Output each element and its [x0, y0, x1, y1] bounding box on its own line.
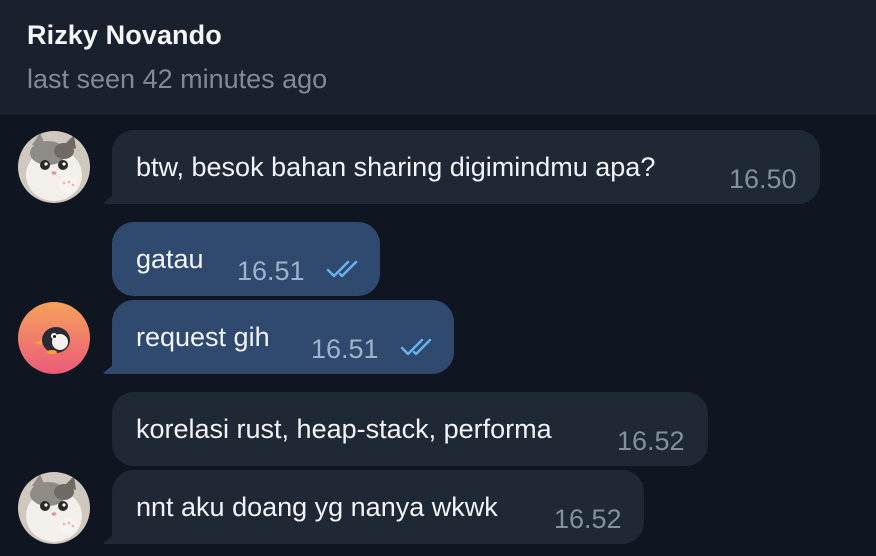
- self-avatar-penguin[interactable]: [18, 302, 90, 374]
- double-check-read-icon: [400, 338, 432, 356]
- double-check-read-icon: [326, 260, 358, 278]
- message-text: gatau: [136, 244, 204, 274]
- message-bubble-incoming[interactable]: nnt aku doang yg nanya wkwk 16.52: [112, 470, 644, 544]
- message-list[interactable]: btw, besok bahan sharing digimindmu apa?…: [0, 116, 876, 556]
- message-bubble-incoming[interactable]: btw, besok bahan sharing digimindmu apa?…: [112, 130, 820, 204]
- message-time: 16.52: [554, 504, 622, 534]
- cat-avatar-icon: [18, 472, 90, 544]
- message-time: 16.51: [237, 256, 305, 286]
- chat-header[interactable]: Rizky Novando last seen 42 minutes ago: [0, 0, 876, 116]
- message-time: 16.50: [729, 164, 797, 194]
- message-text: korelasi rust, heap-stack, performa: [136, 414, 552, 444]
- contact-name[interactable]: Rizky Novando: [27, 20, 222, 51]
- contact-avatar-cat[interactable]: [18, 472, 90, 544]
- message-time: 16.51: [311, 334, 379, 364]
- message-bubble-outgoing[interactable]: request gih 16.51: [112, 300, 454, 374]
- message-bubble-incoming[interactable]: korelasi rust, heap-stack, performa 16.5…: [112, 392, 708, 466]
- message-text: nnt aku doang yg nanya wkwk: [136, 492, 498, 522]
- message-text: btw, besok bahan sharing digimindmu apa?: [136, 152, 656, 182]
- last-seen-status: last seen 42 minutes ago: [27, 64, 328, 94]
- message-bubble-outgoing[interactable]: gatau 16.51: [112, 222, 380, 296]
- contact-avatar-cat[interactable]: [18, 131, 90, 203]
- message-text: request gih: [136, 322, 270, 352]
- penguin-avatar-icon: [18, 302, 90, 374]
- message-time: 16.52: [617, 426, 685, 456]
- cat-avatar-icon: [18, 131, 90, 203]
